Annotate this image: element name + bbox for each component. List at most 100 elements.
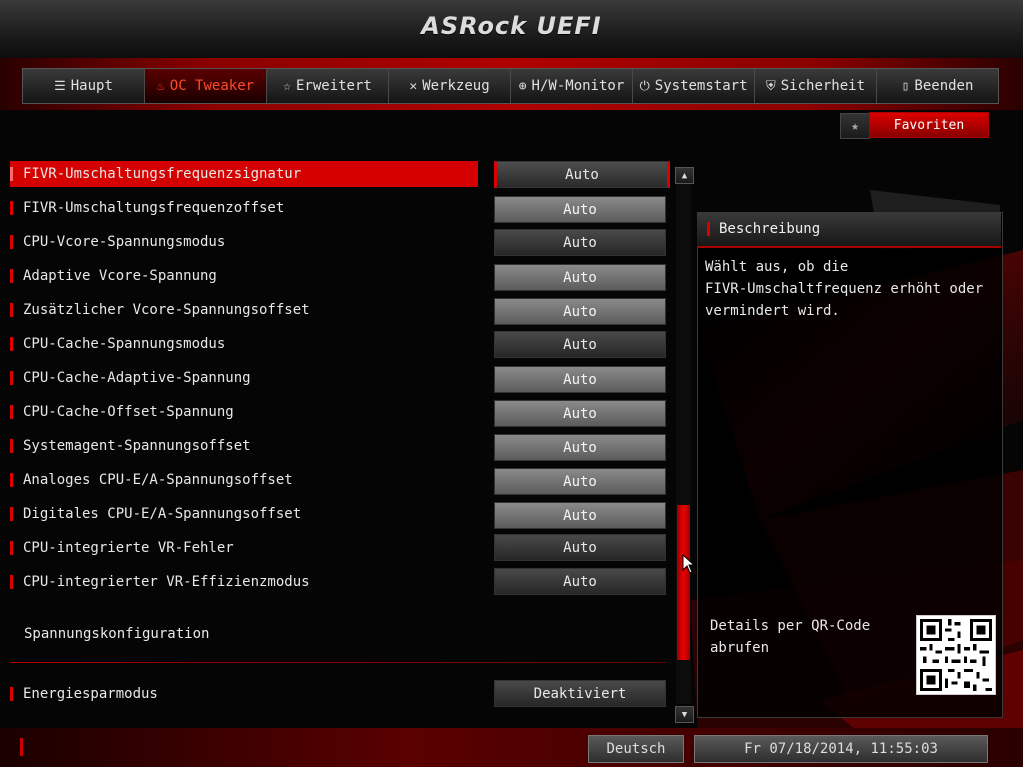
setting-label: CPU-Cache-Spannungsmodus bbox=[23, 336, 226, 352]
description-title: Beschreibung bbox=[719, 221, 821, 237]
setting-label: Zusätzlicher Vcore-Spannungsoffset bbox=[23, 302, 310, 318]
language-button[interactable]: Deutsch bbox=[588, 735, 684, 763]
setting-label: CPU-integrierte VR-Fehler bbox=[23, 540, 234, 556]
tab-label: Beenden bbox=[914, 78, 974, 94]
row-marker bbox=[10, 269, 13, 283]
scrollbar-thumb[interactable] bbox=[677, 505, 690, 660]
row-marker bbox=[10, 371, 13, 385]
main-tabs: ☰ Haupt ♨ OC Tweaker ☆ Erweitert ✕ Werkz… bbox=[22, 68, 999, 104]
setting-value-systemagent-offset[interactable]: Auto bbox=[494, 434, 666, 461]
mouse-cursor-icon bbox=[682, 554, 696, 574]
setting-value-cache-offset[interactable]: Auto bbox=[494, 400, 666, 427]
qr-code-icon bbox=[916, 615, 996, 695]
row-marker bbox=[10, 235, 13, 249]
header-marker bbox=[707, 222, 710, 236]
setting-row-cache-offset[interactable]: CPU-Cache-Offset-Spannung bbox=[10, 398, 478, 426]
exit-icon: ▯ bbox=[901, 78, 910, 94]
section-heading: Spannungskonfiguration bbox=[24, 626, 210, 642]
setting-value-cache-mode[interactable]: Auto bbox=[494, 331, 666, 358]
row-marker bbox=[10, 507, 13, 521]
setting-value-fivr-offset[interactable]: Auto bbox=[494, 196, 666, 223]
setting-value-vr-efficiency[interactable]: Auto bbox=[494, 568, 666, 595]
arrow-up-icon: ▲ bbox=[681, 170, 688, 181]
datetime-display: Fr 07/18/2014, 11:55:03 bbox=[694, 735, 988, 763]
tools-icon: ✕ bbox=[409, 78, 418, 94]
favorites-button[interactable]: Favoriten bbox=[869, 112, 989, 138]
setting-row-vcore-mode[interactable]: CPU-Vcore-Spannungsmodus bbox=[10, 228, 478, 256]
setting-label: CPU-Cache-Offset-Spannung bbox=[23, 404, 234, 420]
row-marker bbox=[10, 405, 13, 419]
tab-erweitert[interactable]: ☆ Erweitert bbox=[267, 69, 389, 103]
monitor-icon: ⊕ bbox=[518, 78, 527, 94]
setting-value-vcore-mode[interactable]: Auto bbox=[494, 229, 666, 256]
tab-label: OC Tweaker bbox=[169, 78, 255, 94]
row-marker bbox=[10, 201, 13, 215]
setting-row-energy-saving[interactable]: Energiesparmodus bbox=[10, 680, 478, 708]
setting-label: Analoges CPU-E/A-Spannungsoffset bbox=[23, 472, 293, 488]
setting-row-systemagent-offset[interactable]: Systemagent-Spannungsoffset bbox=[10, 432, 478, 460]
setting-value-vcore-offset[interactable]: Auto bbox=[494, 298, 666, 325]
star-icon: ☆ bbox=[283, 78, 291, 94]
setting-row-vr-efficiency[interactable]: CPU-integrierter VR-Effizienzmodus bbox=[10, 568, 478, 596]
setting-row-fivr-signatur[interactable]: FIVR-Umschaltungsfrequenzsignatur bbox=[10, 161, 478, 187]
description-header: Beschreibung bbox=[697, 212, 1001, 248]
setting-row-analog-io-offset[interactable]: Analoges CPU-E/A-Spannungsoffset bbox=[10, 466, 478, 494]
section-divider bbox=[10, 662, 666, 663]
tab-hw-monitor[interactable]: ⊕ H/W-Monitor bbox=[511, 69, 633, 103]
setting-label: CPU-Cache-Adaptive-Spannung bbox=[23, 370, 251, 386]
setting-label: FIVR-Umschaltungsfrequenzoffset bbox=[23, 200, 285, 216]
setting-row-vcore-offset[interactable]: Zusätzlicher Vcore-Spannungsoffset bbox=[10, 296, 478, 324]
setting-value-fivr-signatur[interactable]: Auto bbox=[494, 161, 670, 188]
setting-label: CPU-Vcore-Spannungsmodus bbox=[23, 234, 226, 250]
setting-value-vr-fault[interactable]: Auto bbox=[494, 534, 666, 561]
footer-marker bbox=[20, 738, 23, 756]
tab-label: Haupt bbox=[70, 78, 113, 94]
description-text: Wählt aus, ob die FIVR-Umschaltfrequenz … bbox=[705, 259, 984, 319]
setting-label: FIVR-Umschaltungsfrequenzsignatur bbox=[23, 166, 302, 182]
setting-label: Energiesparmodus bbox=[23, 686, 158, 702]
row-marker bbox=[10, 439, 13, 453]
tab-label: Erweitert bbox=[295, 78, 372, 94]
tab-werkzeug[interactable]: ✕ Werkzeug bbox=[389, 69, 511, 103]
row-marker bbox=[10, 575, 13, 589]
setting-value-adaptive-vcore[interactable]: Auto bbox=[494, 264, 666, 291]
row-marker bbox=[10, 473, 13, 487]
tab-beenden[interactable]: ▯ Beenden bbox=[877, 69, 998, 103]
scroll-down-button[interactable]: ▼ bbox=[675, 706, 694, 723]
setting-row-cache-mode[interactable]: CPU-Cache-Spannungsmodus bbox=[10, 330, 478, 358]
brand-logo: ASRock UEFI bbox=[421, 12, 602, 40]
tab-sicherheit[interactable]: ⛨ Sicherheit bbox=[755, 69, 877, 103]
setting-value-digital-io-offset[interactable]: Auto bbox=[494, 502, 666, 529]
tab-label: Systemstart bbox=[654, 78, 748, 94]
favorites-star-button[interactable]: ★ bbox=[840, 113, 870, 139]
setting-row-vr-fault[interactable]: CPU-integrierte VR-Fehler bbox=[10, 534, 478, 562]
setting-label: Adaptive Vcore-Spannung bbox=[23, 268, 217, 284]
tab-haupt[interactable]: ☰ Haupt bbox=[23, 69, 145, 103]
setting-value-energy-saving[interactable]: Deaktiviert bbox=[494, 680, 666, 707]
row-marker bbox=[10, 541, 13, 555]
setting-label: Systemagent-Spannungsoffset bbox=[23, 438, 251, 454]
row-marker bbox=[10, 687, 13, 701]
arrow-down-icon: ▼ bbox=[681, 709, 688, 720]
setting-label: Digitales CPU-E/A-Spannungsoffset bbox=[23, 506, 302, 522]
shield-icon: ⛨ bbox=[765, 78, 776, 94]
row-marker bbox=[10, 167, 13, 181]
setting-row-fivr-offset[interactable]: FIVR-Umschaltungsfrequenzoffset bbox=[10, 194, 478, 222]
tab-systemstart[interactable]: ⏻ Systemstart bbox=[633, 69, 755, 103]
setting-row-adaptive-vcore[interactable]: Adaptive Vcore-Spannung bbox=[10, 262, 478, 290]
setting-label: CPU-integrierter VR-Effizienzmodus bbox=[23, 574, 310, 590]
scroll-up-button[interactable]: ▲ bbox=[675, 167, 694, 184]
list-icon: ☰ bbox=[54, 78, 66, 94]
power-icon: ⏻ bbox=[639, 78, 650, 94]
setting-value-analog-io-offset[interactable]: Auto bbox=[494, 468, 666, 495]
row-marker bbox=[10, 303, 13, 317]
tab-label: Sicherheit bbox=[780, 78, 866, 94]
row-marker bbox=[10, 337, 13, 351]
setting-row-cache-adaptive[interactable]: CPU-Cache-Adaptive-Spannung bbox=[10, 364, 478, 392]
star-icon: ★ bbox=[851, 118, 859, 134]
header-bar: ASRock UEFI bbox=[0, 0, 1023, 64]
setting-value-cache-adaptive[interactable]: Auto bbox=[494, 366, 666, 393]
tab-label: H/W-Monitor bbox=[531, 78, 625, 94]
setting-row-digital-io-offset[interactable]: Digitales CPU-E/A-Spannungsoffset bbox=[10, 500, 478, 528]
tab-oc-tweaker[interactable]: ♨ OC Tweaker bbox=[145, 69, 267, 103]
